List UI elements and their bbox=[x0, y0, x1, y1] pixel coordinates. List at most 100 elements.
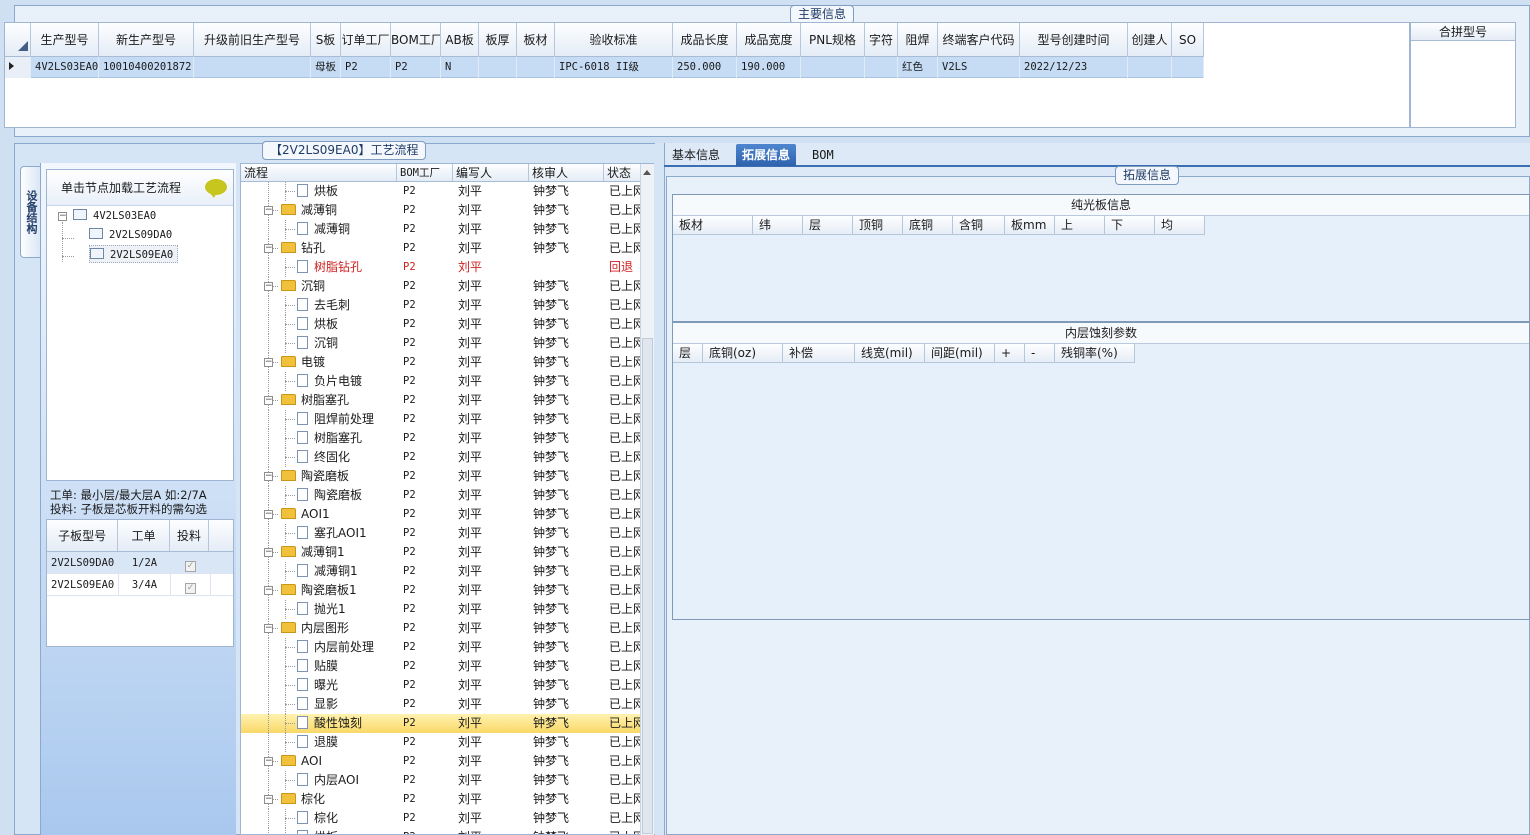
process-reviewer: 钟梦飞 bbox=[533, 735, 570, 749]
feed-checkbox[interactable]: ✓ bbox=[185, 583, 196, 594]
main-info-grid[interactable]: 生产型号 新生产型号 升级前旧生产型号 S板 订单工厂 BOM工厂 AB板 板厚 板材 验收标准成… bbox=[4, 22, 1410, 128]
tab-bom[interactable]: BOM bbox=[806, 144, 840, 166]
process-reviewer: 钟梦飞 bbox=[533, 431, 570, 445]
process-row[interactable]: −陶瓷磨板P2 刘平 钟梦飞 已上网 bbox=[241, 467, 641, 486]
folder-icon bbox=[281, 584, 296, 595]
process-writer: 刘平 bbox=[458, 374, 483, 388]
process-row[interactable]: 烘板P2刘平钟梦飞已上网 bbox=[241, 182, 641, 201]
scroll-up-icon[interactable] bbox=[643, 170, 651, 175]
equipment-structure-tab[interactable]: 设备结构 bbox=[20, 166, 40, 258]
process-row[interactable]: −电镀P2 刘平 钟梦飞 已上网 bbox=[241, 353, 641, 372]
main-cell: 4V2LS03EA0 bbox=[31, 57, 99, 78]
process-row[interactable]: −钻孔P2 刘平 钟梦飞 已上网 bbox=[241, 239, 641, 258]
process-row[interactable]: 减薄铜P2 刘平 钟梦飞 已上网 bbox=[241, 220, 641, 239]
process-row[interactable]: 烘板P2刘平钟梦飞已上网 bbox=[241, 315, 641, 334]
process-rows[interactable]: 烘板P2刘平钟梦飞已上网−减薄铜P2刘平钟梦飞已上网减薄铜P2刘平钟梦飞已上网−… bbox=[241, 182, 641, 834]
sub-grid-row[interactable]: 2V2LS09DA0 1/2A ✓ bbox=[47, 552, 233, 574]
collapse-icon[interactable]: − bbox=[264, 358, 273, 367]
main-cell: 190.000 bbox=[737, 57, 801, 78]
ext-col-header: 顶铜 bbox=[853, 216, 903, 235]
main-col-header: BOM工厂 bbox=[391, 23, 441, 57]
collapse-icon[interactable]: − bbox=[264, 795, 273, 804]
process-row[interactable]: 去毛刺P2 刘平 钟梦飞 已上网 bbox=[241, 296, 641, 315]
process-reviewer: 钟梦飞 bbox=[533, 621, 570, 635]
process-row[interactable]: 显影P2 刘平 钟梦飞 已上网 bbox=[241, 695, 641, 714]
process-writer: 刘平 bbox=[458, 583, 483, 597]
process-status: 已上网 bbox=[609, 640, 641, 654]
process-row[interactable]: 贴膜P2 刘平 钟梦飞 已上网 bbox=[241, 657, 641, 676]
tab-basic-info[interactable]: 基本信息 bbox=[666, 144, 726, 166]
process-bom: P2 bbox=[403, 204, 416, 216]
process-grid[interactable]: 流程 BOM工厂 编写人 核审人 状态 烘板P2刘平钟梦飞已上网−减薄铜P2刘平… bbox=[240, 163, 654, 835]
collapse-icon[interactable]: − bbox=[264, 396, 273, 405]
process-row[interactable]: −陶瓷磨板1P2 刘平 钟梦飞 已上网 bbox=[241, 581, 641, 600]
process-status: 已上网 bbox=[609, 298, 641, 312]
main-col-header: 板厚 bbox=[479, 23, 517, 57]
process-row[interactable]: −树脂塞孔P2 刘平 钟梦飞 已上网 bbox=[241, 391, 641, 410]
main-col-header: 成品长度 bbox=[673, 23, 737, 57]
main-cell bbox=[479, 57, 517, 78]
process-row[interactable]: 沉铜P2 刘平 钟梦飞 已上网 bbox=[241, 334, 641, 353]
collapse-icon[interactable]: − bbox=[264, 757, 273, 766]
document-icon bbox=[297, 678, 308, 691]
process-row[interactable]: −沉铜P2 刘平 钟梦飞 已上网 bbox=[241, 277, 641, 296]
process-writer: 刘平 bbox=[458, 260, 483, 274]
process-row[interactable]: 终固化P2 刘平 钟梦飞 已上网 bbox=[241, 448, 641, 467]
folder-icon bbox=[281, 280, 296, 291]
process-row[interactable]: 退膜P2 刘平 钟梦飞 已上网 bbox=[241, 733, 641, 752]
document-icon bbox=[297, 374, 308, 387]
process-title: 【2V2LS09EA0】工艺流程 bbox=[262, 141, 427, 160]
process-row[interactable]: 酸性蚀刻P2 刘平 钟梦飞 已上网 bbox=[241, 714, 641, 733]
process-bom: P2 bbox=[403, 622, 416, 634]
tree-node-root[interactable]: 4V2LS03EA0 bbox=[73, 207, 156, 225]
collapse-icon[interactable]: − bbox=[264, 472, 273, 481]
feed-checkbox[interactable]: ✓ bbox=[185, 561, 196, 572]
process-row[interactable]: 阻焊前处理P2 刘平 钟梦飞 已上网 bbox=[241, 410, 641, 429]
tab-extended-info[interactable]: 拓展信息 bbox=[736, 144, 797, 166]
collapse-icon[interactable]: − bbox=[264, 206, 273, 215]
process-reviewer: 钟梦飞 bbox=[533, 203, 570, 217]
main-col-header: 字符 bbox=[865, 23, 898, 57]
collapse-icon[interactable]: − bbox=[264, 548, 273, 557]
process-row[interactable]: 陶瓷磨板P2 刘平 钟梦飞 已上网 bbox=[241, 486, 641, 505]
tree-node-child-1[interactable]: 2V2LS09DA0 bbox=[89, 226, 172, 244]
process-status: 已上网 bbox=[609, 393, 641, 407]
process-row[interactable]: 内层AOIP2 刘平 钟梦飞 已上网 bbox=[241, 771, 641, 790]
process-row[interactable]: 减薄铜1P2 刘平 钟梦飞 已上网 bbox=[241, 562, 641, 581]
process-row[interactable]: 抛光1P2 刘平 钟梦飞 已上网 bbox=[241, 600, 641, 619]
process-reviewer: 钟梦飞 bbox=[533, 488, 570, 502]
collapse-icon[interactable]: − bbox=[264, 586, 273, 595]
process-row[interactable]: 内层前处理P2 刘平 钟梦飞 已上网 bbox=[241, 638, 641, 657]
structure-tree[interactable]: 单击节点加载工艺流程 − 4V2LS03EA0 2V2LS09DA0 2V2LS… bbox=[46, 169, 234, 481]
main-grid-row[interactable]: 4V2LS03EA0 10010400201872 母板 P2 P2 N IPC-6018 … bbox=[5, 57, 1204, 78]
process-row[interactable]: −棕化P2 刘平 钟梦飞 已上网 bbox=[241, 790, 641, 809]
process-reviewer: 钟梦飞 bbox=[533, 317, 570, 331]
scroll-thumb[interactable] bbox=[642, 338, 653, 834]
process-scrollbar[interactable] bbox=[640, 164, 654, 835]
process-status: 已上网 bbox=[609, 621, 641, 635]
process-row[interactable]: −内层图形P2 刘平 钟梦飞 已上网 bbox=[241, 619, 641, 638]
process-row[interactable]: 塞孔AOI1P2 刘平 钟梦飞 已上网 bbox=[241, 524, 641, 543]
process-row[interactable]: 曝光P2 刘平 钟梦飞 已上网 bbox=[241, 676, 641, 695]
folder-icon bbox=[281, 470, 296, 481]
merge-model-panel[interactable]: 合拼型号 bbox=[1410, 22, 1516, 128]
collapse-icon[interactable]: − bbox=[264, 244, 273, 253]
process-row[interactable]: 负片电镀P2 刘平 钟梦飞 已上网 bbox=[241, 372, 641, 391]
collapse-icon[interactable]: − bbox=[264, 624, 273, 633]
sub-grid-row[interactable]: 2V2LS09EA0 3/4A ✓ bbox=[47, 574, 233, 596]
document-icon bbox=[297, 564, 308, 577]
tree-node-child-2[interactable]: 2V2LS09EA0 bbox=[89, 245, 179, 263]
process-row[interactable]: 树脂钻孔 P2 刘平 回退 bbox=[241, 258, 641, 277]
sub-board-grid[interactable]: 子板型号 工单 投料 2V2LS09DA0 1/2A ✓ 2V2LS09EA0 … bbox=[46, 519, 234, 647]
process-row[interactable]: −减薄铜P2 刘平 钟梦飞 已上网 bbox=[241, 201, 641, 220]
collapse-icon[interactable]: − bbox=[264, 282, 273, 291]
process-row[interactable]: −减薄铜1P2 刘平 钟梦飞 已上网 bbox=[241, 543, 641, 562]
process-writer: 刘平 bbox=[458, 184, 483, 198]
process-row[interactable]: 树脂塞孔P2 刘平 钟梦飞 已上网 bbox=[241, 429, 641, 448]
collapse-icon[interactable]: − bbox=[264, 510, 273, 519]
process-row[interactable]: 烘板P2刘平钟梦飞已上网 bbox=[241, 828, 641, 834]
process-row[interactable]: −AOIP2 刘平 钟梦飞 已上网 bbox=[241, 752, 641, 771]
process-row[interactable]: −AOI1P2 刘平 钟梦飞 已上网 bbox=[241, 505, 641, 524]
process-row[interactable]: 棕化P2 刘平 钟梦飞 已上网 bbox=[241, 809, 641, 828]
tree-collapse-icon[interactable]: − bbox=[58, 212, 67, 221]
